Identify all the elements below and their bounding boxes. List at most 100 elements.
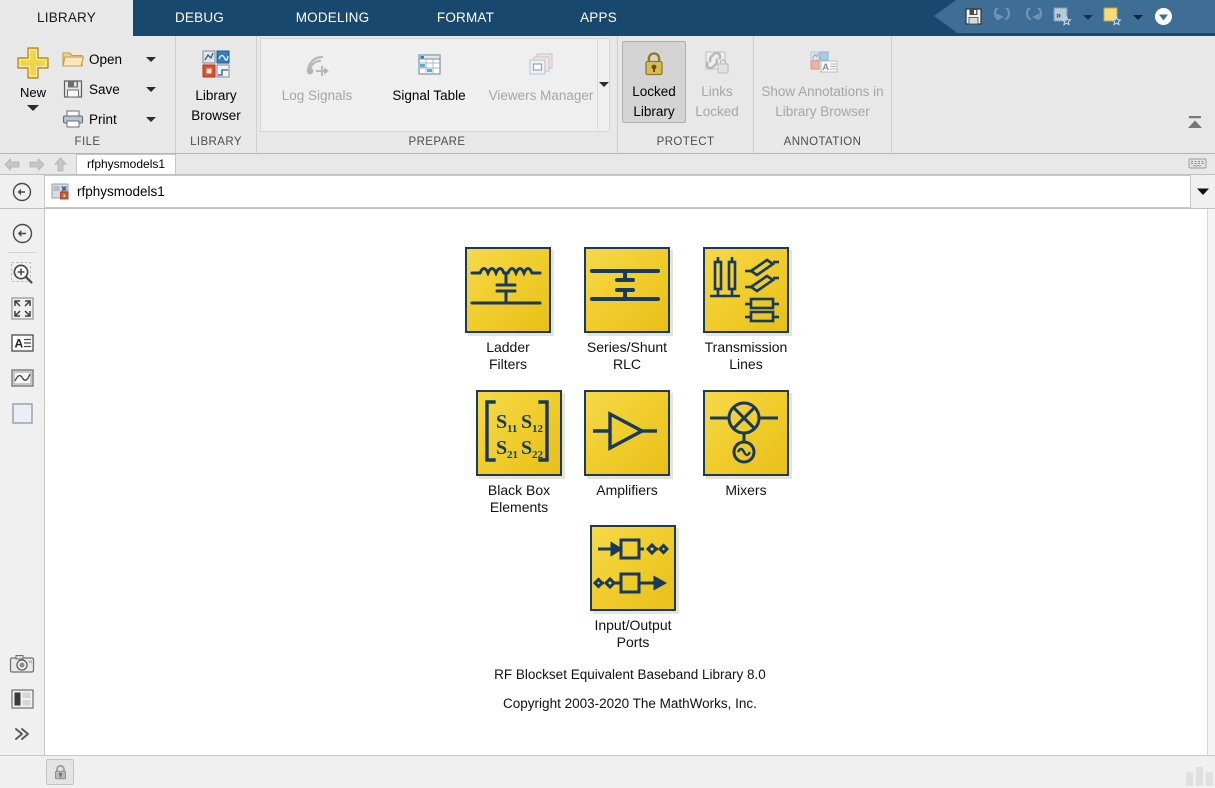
address-field[interactable]: rfphysmodels1 xyxy=(44,175,1191,208)
ribbon-group-file-title: FILE xyxy=(0,135,175,153)
library-browser-button[interactable]: Library Browser xyxy=(180,40,252,126)
address-dropdown-button[interactable] xyxy=(1191,176,1215,207)
block-series-shunt-rlc[interactable]: Series/Shunt RLC xyxy=(583,247,671,373)
arrow-up-icon xyxy=(54,157,67,172)
chevron-down-icon[interactable] xyxy=(146,87,156,92)
block-label: Black Box Elements xyxy=(488,482,550,516)
prepare-gallery-expand-button[interactable] xyxy=(597,39,610,129)
signal-table-button[interactable]: Signal Table xyxy=(373,42,485,106)
tab-format[interactable]: FORMAT xyxy=(399,0,532,36)
favorites-commands-icon[interactable]: » xyxy=(1050,4,1076,30)
block-mixers[interactable]: Mixers xyxy=(702,390,790,499)
prepare-panel: Log Signals Signal Table xyxy=(260,38,610,132)
block-ladder-filters[interactable]: Ladder Filters xyxy=(464,247,552,373)
chevron-down-icon xyxy=(1196,187,1210,196)
viewers-manager-button[interactable]: Viewers Manager xyxy=(485,42,597,106)
block-input-output-ports[interactable]: Input/Output Ports xyxy=(583,525,683,651)
printer-icon xyxy=(62,109,84,129)
address-model-name: rfphysmodels1 xyxy=(77,184,165,199)
keyboard-shortcuts-icon[interactable] xyxy=(1188,157,1207,172)
block-label: Mixers xyxy=(725,482,766,499)
chevron-down-icon[interactable] xyxy=(1080,4,1096,30)
svg-text:11: 11 xyxy=(507,423,517,435)
log-signals-icon xyxy=(300,50,334,82)
print-button[interactable]: Print xyxy=(62,104,171,134)
status-resize-grip xyxy=(1186,767,1213,786)
add-annotation-icon[interactable]: A xyxy=(7,328,37,358)
signal-table-label: Signal Table xyxy=(392,86,465,106)
folder-open-icon xyxy=(62,49,84,69)
svg-text:S: S xyxy=(496,411,507,433)
tab-library[interactable]: LIBRARY xyxy=(0,0,133,36)
links-locked-button[interactable]: Links Locked xyxy=(686,41,748,123)
block-label: Amplifiers xyxy=(596,482,657,499)
copyright-text: Copyright 2003-2020 The MathWorks, Inc. xyxy=(45,696,1215,711)
quick-access-buttons: » xyxy=(956,0,1215,33)
block-label: Input/Output Ports xyxy=(594,617,671,651)
svg-text:A: A xyxy=(822,62,829,73)
block-label: Transmission Lines xyxy=(705,339,788,373)
navigate-back-icon[interactable] xyxy=(7,218,37,248)
expand-toolbar-icon[interactable] xyxy=(7,719,37,749)
ribbon-tab-strip: LIBRARY DEBUG MODELING FORMAT APPS xyxy=(0,0,1215,36)
ribbon-group-prepare: Log Signals Signal Table xyxy=(257,36,618,153)
new-button-label: New xyxy=(20,85,46,100)
block-grid: Ladder Filters xyxy=(45,209,1215,755)
svg-text:22: 22 xyxy=(532,449,544,461)
library-locked-icon xyxy=(51,183,70,200)
screenshot-icon[interactable] xyxy=(7,649,37,679)
library-canvas[interactable]: Ladder Filters xyxy=(45,209,1215,755)
save-icon xyxy=(62,79,84,99)
canvas-toolbar: A xyxy=(0,209,45,755)
chevron-down-icon[interactable] xyxy=(27,105,39,111)
forward-button[interactable] xyxy=(24,154,48,174)
canvas-vertical-scrollbar[interactable] xyxy=(1207,209,1215,755)
block-amplifiers[interactable]: Amplifiers xyxy=(583,390,671,499)
model-tab-rfphysmodels1[interactable]: rfphysmodels1 xyxy=(76,154,176,174)
open-button[interactable]: Open xyxy=(62,44,171,74)
tab-modeling[interactable]: MODELING xyxy=(266,0,399,36)
save-icon[interactable] xyxy=(960,4,986,30)
block-label: Ladder Filters xyxy=(486,339,530,373)
navigate-back-icon xyxy=(12,182,32,202)
svg-text:S: S xyxy=(521,411,532,433)
favorite-note-icon[interactable] xyxy=(1100,4,1126,30)
collapse-ribbon-icon xyxy=(1186,115,1204,130)
redo-icon[interactable] xyxy=(1020,4,1046,30)
chevron-down-icon[interactable] xyxy=(146,57,156,62)
add-area-icon[interactable] xyxy=(7,398,37,428)
block-black-box-elements[interactable]: S 11 S 12 S 21 S 22 Black Box Elements xyxy=(464,390,574,516)
up-to-parent-button[interactable] xyxy=(48,154,72,174)
show-annotations-button[interactable]: A Show Annotations in Library Browser xyxy=(758,40,887,122)
fit-to-view-icon[interactable] xyxy=(7,293,37,323)
chevron-down-icon[interactable] xyxy=(1130,4,1146,30)
tab-apps[interactable]: APPS xyxy=(532,0,665,36)
library-browser-label: Library Browser xyxy=(180,86,252,126)
tab-debug[interactable]: DEBUG xyxy=(133,0,266,36)
undo-icon[interactable] xyxy=(990,4,1016,30)
ribbon-group-annotation-title: ANNOTATION xyxy=(754,135,891,153)
locked-library-label: Locked Library xyxy=(623,82,685,122)
chevron-down-icon[interactable] xyxy=(146,117,156,122)
panels-icon[interactable] xyxy=(7,684,37,714)
main-area: A xyxy=(0,209,1215,755)
locked-icon[interactable] xyxy=(46,759,74,785)
zoom-in-icon[interactable] xyxy=(7,258,37,288)
open-button-label: Open xyxy=(89,52,135,67)
lock-icon xyxy=(639,48,669,78)
block-transmission-lines[interactable]: Transmission Lines xyxy=(702,247,790,373)
new-button[interactable]: New xyxy=(4,40,62,111)
save-button[interactable]: Save xyxy=(62,74,171,104)
status-bar xyxy=(0,755,1215,788)
ribbon-group-annotation: A Show Annotations in Library Browser AN… xyxy=(754,36,892,153)
links-locked-icon xyxy=(702,48,732,78)
help-circle-icon[interactable] xyxy=(1150,4,1176,30)
back-button[interactable] xyxy=(0,154,24,174)
log-signals-button[interactable]: Log Signals xyxy=(261,42,373,106)
collapse-ribbon-button[interactable] xyxy=(1185,113,1205,131)
svg-text:S: S xyxy=(521,437,532,459)
locked-library-button[interactable]: Locked Library xyxy=(622,41,686,123)
arrow-right-icon xyxy=(28,158,45,171)
navigate-up-button[interactable] xyxy=(0,182,44,202)
add-viewer-icon[interactable] xyxy=(7,363,37,393)
